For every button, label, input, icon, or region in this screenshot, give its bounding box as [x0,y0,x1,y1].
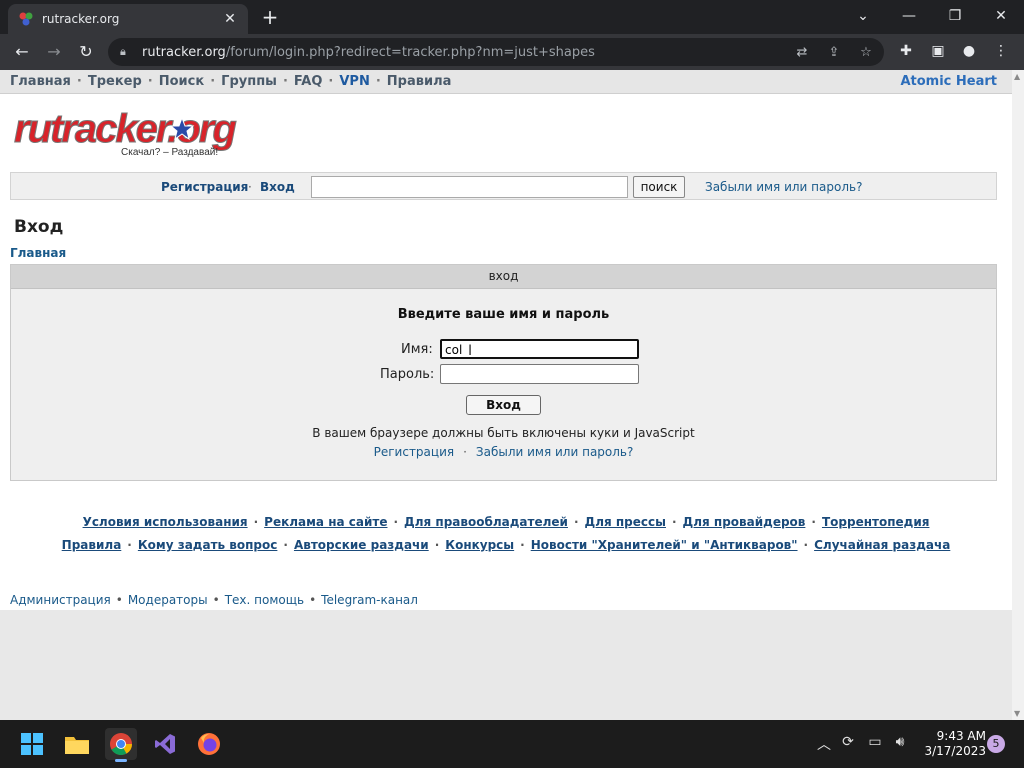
taskbar: ︿ ⟳ ▭ 🔊︎ 9:43 AM 3/17/2023 5 [0,720,1024,768]
forgot-password-link[interactable]: Забыли имя или пароль? [705,180,862,194]
password-label: Пароль: [380,367,435,382]
reload-icon[interactable]: ↻ [73,40,99,64]
network-icon[interactable]: ▭ [865,734,885,750]
footer-terms[interactable]: Условия использования [83,515,248,529]
footer-press[interactable]: Для прессы [585,515,666,529]
footer-providers[interactable]: Для провайдеров [683,515,806,529]
menu-home[interactable]: Главная [10,74,71,89]
login-prompt: Введите ваше имя и пароль [397,307,610,322]
visual-studio-icon[interactable] [149,728,181,760]
notification-badge[interactable]: 5 [987,735,1005,753]
chrome-taskbar-icon[interactable] [105,728,137,762]
windows-start-icon[interactable] [16,728,48,760]
footer-links-row-1: Условия использования · Реклама на сайте · Д… [82,515,930,529]
footer-rightholders[interactable]: Для правообладателей [404,515,568,529]
footer-tech-help[interactable]: Тех. помощь [225,593,304,607]
page-title: Вход [14,217,64,237]
password-field[interactable] [440,364,639,384]
footer-administration[interactable]: Администрация [10,593,111,607]
username-label: Имя: [401,342,433,357]
share-icon[interactable]: ⇪ [824,44,844,62]
close-window-icon[interactable]: ✕ [978,0,1024,34]
translate-icon[interactable]: ⇄ [792,44,812,62]
clock-date: 3/17/2023 [924,744,986,758]
logo-wordmark: rutracker.org [14,107,236,151]
close-tab-icon[interactable]: ✕ [222,11,238,27]
bookmark-star-icon[interactable]: ☆ [856,44,876,62]
restore-icon[interactable]: ❐ [932,0,978,34]
menu-rules[interactable]: Правила [387,74,452,89]
profile-avatar-icon[interactable]: ● [958,41,980,61]
footer-moderators[interactable]: Модераторы [128,593,208,607]
volume-icon[interactable]: 🔊︎ [890,734,910,750]
username-field[interactable]: col I [440,339,639,359]
firefox-icon[interactable] [193,728,225,760]
sync-update-icon[interactable]: ⟳ [838,734,858,750]
cookies-note: В вашем браузере должны быть включены ку… [312,426,695,440]
footer-author-releases[interactable]: Авторские раздачи [294,538,429,552]
forward-icon[interactable]: → [41,40,67,64]
scroll-up-icon[interactable]: ▲ [1014,72,1020,81]
register-link[interactable]: Регистрация [161,180,248,194]
chrome-menu-icon[interactable]: ⋮ [990,41,1012,61]
footer-keepers-news[interactable]: Новости "Хранителей" и "Антикваров" [531,538,798,552]
login-link[interactable]: Вход [260,180,295,194]
lock-icon[interactable]: 🔒︎ [120,45,134,59]
tab-title: rutracker.org [42,12,120,26]
address-bar[interactable]: 🔒︎ rutracker.org/forum/login.php?redirec… [108,38,884,66]
footer-torrentopedia[interactable]: Торрентопедия [822,515,929,529]
tray-overflow-chevron-icon[interactable]: ︿ [814,734,834,754]
menu-search[interactable]: Поиск [159,74,204,89]
menu-tracker[interactable]: Трекер [88,74,142,89]
footer-random-release[interactable]: Случайная раздача [814,538,950,552]
minimize-icon[interactable]: — [886,0,932,34]
extensions-icon[interactable]: ✚ [895,41,917,61]
footer-ads[interactable]: Реклама на сайте [264,515,387,529]
back-icon[interactable]: ← [9,40,35,64]
register-link-bottom[interactable]: Регистрация [374,445,454,459]
browser-tab[interactable]: rutracker.org ✕ [8,4,248,34]
clock[interactable]: 9:43 AM 3/17/2023 [916,729,986,759]
text-cursor-icon: I [468,343,473,359]
menu-groups[interactable]: Группы [221,74,277,89]
file-explorer-icon[interactable] [61,728,93,760]
page-scrollbar[interactable]: ▲ ▼ [1012,70,1024,720]
login-form-header: вход [11,265,996,289]
login-form: вход Введите ваше имя и пароль Имя: col … [10,264,997,481]
page-background [0,610,1012,720]
url-text: rutracker.org/forum/login.php?redirect=t… [142,44,595,60]
footer-telegram[interactable]: Telegram-канал [321,593,418,607]
site-top-menu: Главная · Трекер · Поиск · Группы · FAQ · VPN · Прав… [0,70,1012,94]
scroll-down-icon[interactable]: ▼ [1014,709,1020,718]
atomic-heart-link[interactable]: Atomic Heart [900,74,997,89]
browser-toolbar: ← → ↻ 🔒︎ rutracker.org/forum/login.php?r… [0,34,1024,70]
logo-slogan: Скачал? – Раздавай! [121,147,218,158]
menu-vpn[interactable]: VPN [339,74,369,89]
footer-ask[interactable]: Кому задать вопрос [138,538,278,552]
menu-faq[interactable]: FAQ [294,74,323,89]
search-button[interactable]: поиск [633,176,685,198]
browser-tab-strip: rutracker.org ✕ + ⌄ — ❐ ✕ [0,0,1024,34]
tab-search-icon[interactable]: ⌄ [840,0,886,34]
breadcrumb-home[interactable]: Главная [10,246,66,260]
site-logo[interactable]: rutracker.org Скачал? – Раздавай! [14,102,254,162]
footer-contests[interactable]: Конкурсы [445,538,514,552]
forgot-password-link-bottom[interactable]: Забыли имя или пароль? [476,445,633,459]
new-tab-icon[interactable]: + [258,6,282,28]
search-bar: Регистрация · Вход поиск Забыли имя или … [10,172,997,200]
footer-rules[interactable]: Правила [62,538,122,552]
web-page: Главная · Трекер · Поиск · Группы · FAQ · VPN · Прав… [0,70,1012,610]
footer-links-row-2: Правила · Кому задать вопрос · Авторские раз… [61,538,951,552]
search-input[interactable] [311,176,628,198]
rutracker-favicon-icon [18,11,34,27]
footer-links-row-3: Администрация • Модераторы • Тех. помощь • Tel… [10,593,418,607]
login-submit-button[interactable]: Вход [466,395,541,415]
clock-time: 9:43 AM [936,729,986,743]
side-panel-icon[interactable]: ▣ [927,41,949,61]
